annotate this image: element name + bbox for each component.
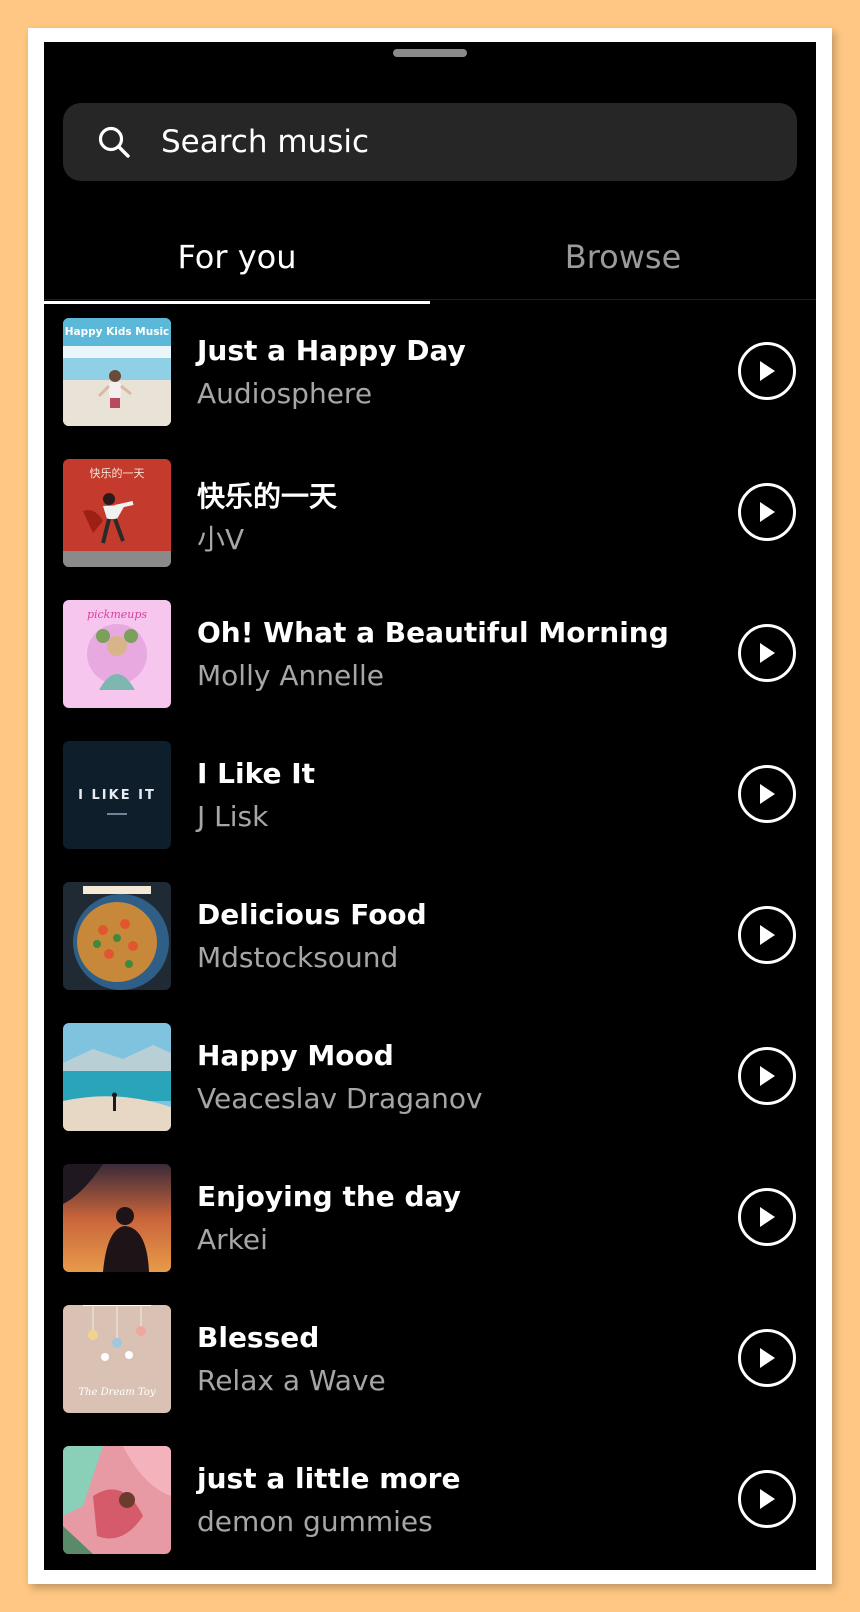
album-cover [63, 882, 171, 990]
track-artist: Arkei [197, 1223, 268, 1256]
track-row[interactable]: pickmeups Oh! What a Beautiful Morning M… [44, 598, 816, 739]
track-title: Happy Mood [197, 1039, 394, 1072]
play-icon [760, 643, 775, 663]
track-artist: J Lisk [197, 800, 269, 833]
track-title: 快乐的一天 [197, 480, 338, 513]
album-cover [63, 1446, 171, 1554]
play-button[interactable] [738, 483, 796, 541]
album-cover: 快乐的一天 [63, 459, 171, 567]
play-button[interactable] [738, 342, 796, 400]
track-title: Enjoying the day [197, 1180, 461, 1213]
track-artist: Relax a Wave [197, 1364, 386, 1397]
search-bar[interactable] [63, 103, 797, 181]
track-artist: 小V [197, 523, 245, 556]
album-cover: The Dream Toy [63, 1305, 171, 1413]
track-artist: Mdstocksound [197, 941, 399, 974]
play-button[interactable] [738, 1188, 796, 1246]
play-icon [760, 1348, 775, 1368]
search-icon [98, 126, 130, 158]
play-button[interactable] [738, 906, 796, 964]
track-title: I Like It [197, 757, 316, 790]
track-title: Just a Happy Day [197, 334, 466, 367]
drag-handle[interactable] [393, 49, 467, 57]
play-icon [760, 1066, 775, 1086]
track-artist: Veaceslav Draganov [197, 1082, 483, 1115]
track-title: Delicious Food [197, 898, 427, 931]
track-row[interactable]: I LIKE IT I Like It J Lisk [44, 739, 816, 880]
play-icon [760, 361, 775, 381]
play-icon [760, 1489, 775, 1509]
album-cover [63, 1023, 171, 1131]
track-title: Oh! What a Beautiful Morning [197, 616, 669, 649]
play-icon [760, 502, 775, 522]
play-button[interactable] [738, 1329, 796, 1387]
play-icon [760, 784, 775, 804]
album-cover: I LIKE IT [63, 741, 171, 849]
track-row[interactable]: Enjoying the day Arkei [44, 1162, 816, 1303]
album-cover [63, 1164, 171, 1272]
track-row[interactable]: just a little more demon gummies [44, 1444, 816, 1570]
search-input[interactable] [161, 103, 761, 181]
album-cover-text: pickmeups [87, 608, 147, 621]
track-row[interactable]: Happy Kids Music Just a Happy Day Audios… [44, 316, 816, 457]
play-icon [760, 1207, 775, 1227]
album-cover-text: 快乐的一天 [90, 466, 145, 480]
play-icon [760, 925, 775, 945]
album-cover: pickmeups [63, 600, 171, 708]
tab-bar: For you Browse [44, 217, 816, 300]
play-button[interactable] [738, 1470, 796, 1528]
album-cover-text: The Dream Toy [78, 1387, 155, 1398]
track-artist: demon gummies [197, 1505, 433, 1538]
tab-browse[interactable]: Browse [430, 217, 816, 299]
track-artist: Molly Annelle [197, 659, 384, 692]
tab-active-indicator [44, 301, 430, 304]
music-picker-sheet: For you Browse Happy Kids Music [44, 42, 816, 1570]
play-button[interactable] [738, 1047, 796, 1105]
play-button[interactable] [738, 624, 796, 682]
album-cover-text: Happy Kids Music [65, 326, 170, 338]
track-row[interactable]: The Dream Toy Blessed Relax a Wave [44, 1303, 816, 1444]
album-cover-text: I LIKE IT [78, 788, 156, 803]
track-title: Blessed [197, 1321, 320, 1354]
album-cover: Happy Kids Music [63, 318, 171, 426]
track-artist: Audiosphere [197, 377, 373, 410]
track-row[interactable]: Happy Mood Veaceslav Draganov [44, 1021, 816, 1162]
track-row[interactable]: Delicious Food Mdstocksound [44, 880, 816, 1021]
track-row[interactable]: 快乐的一天 快乐的一天 小V [44, 457, 816, 598]
track-title: just a little more [197, 1462, 461, 1495]
play-button[interactable] [738, 765, 796, 823]
tab-for-you[interactable]: For you [44, 217, 430, 299]
